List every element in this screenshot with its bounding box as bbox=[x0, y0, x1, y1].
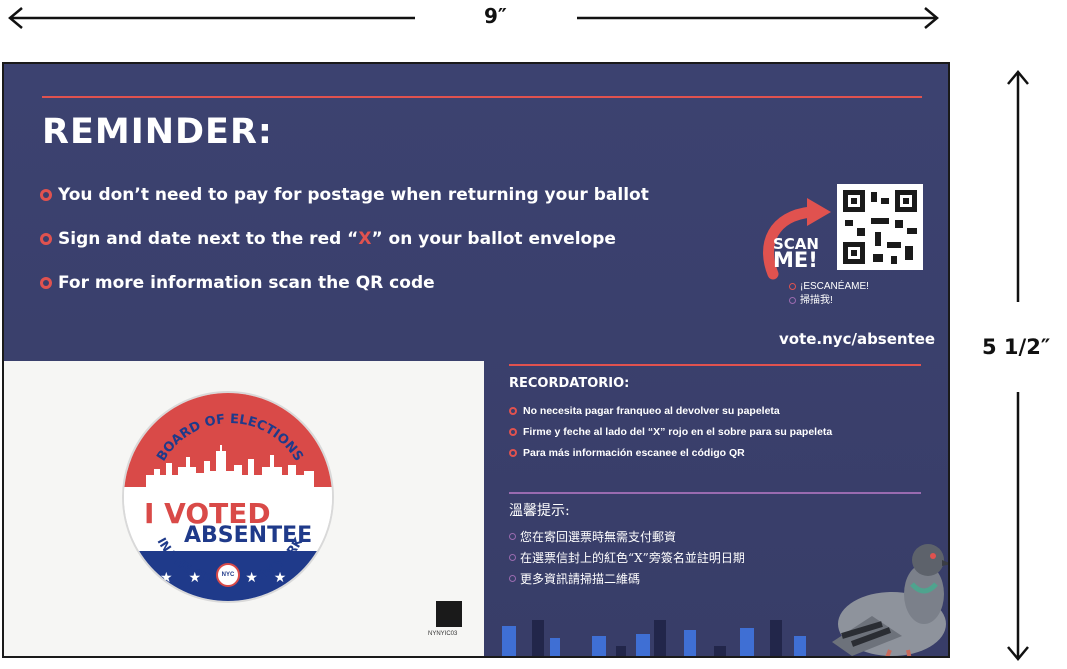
english-bullet-list: You don’t need to pay for postage when r… bbox=[40, 184, 649, 316]
bullet-more-info: For more information scan the QR code bbox=[40, 272, 649, 293]
spanish-list: No necesita pagar franqueo al devolver s… bbox=[509, 404, 832, 467]
ring-dot-icon bbox=[789, 282, 796, 290]
height-label: 5 1/2″ bbox=[982, 335, 1051, 359]
bullet-dot-icon bbox=[509, 427, 517, 436]
ring-dot-icon bbox=[509, 532, 516, 540]
top-red-rule bbox=[42, 96, 922, 98]
decor-bar bbox=[714, 646, 726, 656]
scan-es-text: ¡ESCANÉAME! bbox=[800, 281, 869, 292]
scan-me-block: SCAN ME! ¡ESCANÉAME! 掃描我! bbox=[759, 184, 929, 344]
chinese-item-text: 您在寄回選票時無需支付郵資 bbox=[520, 529, 677, 544]
scan-es-line: ¡ESCANÉAME! bbox=[789, 280, 869, 294]
spanish-item: Para más información escanee el código Q… bbox=[509, 446, 832, 459]
chinese-list: 您在寄回選票時無需支付郵資 在選票信封上的紅色“X”旁簽名並註明日期 更多資訊請… bbox=[509, 528, 745, 591]
decor-bar bbox=[654, 620, 666, 656]
spanish-item: No necesita pagar franqueo al devolver s… bbox=[509, 404, 832, 417]
spanish-red-rule bbox=[509, 364, 921, 366]
decor-bar bbox=[636, 634, 650, 656]
nyc-badge-icon: NYC bbox=[216, 563, 240, 587]
bullet-dot-icon bbox=[40, 232, 52, 245]
bullet-postage: You don’t need to pay for postage when r… bbox=[40, 184, 649, 205]
chinese-item-text: 更多資訊請掃描二維碼 bbox=[520, 571, 641, 586]
sticker-panel: BOARD OF ELECTIONS IN THE CITY OF NEW YO… bbox=[4, 361, 484, 656]
scan-me-label: SCAN ME! bbox=[773, 236, 819, 272]
bullet-text-after: ” on your ballot envelope bbox=[371, 228, 616, 249]
decor-bar bbox=[550, 638, 560, 656]
red-x-highlight: X bbox=[358, 228, 372, 249]
chinese-title: 溫馨提示: bbox=[509, 503, 570, 519]
bullet-dot-icon bbox=[509, 448, 517, 457]
ring-dot-icon bbox=[509, 553, 516, 561]
chinese-item: 在選票信封上的紅色“X”旁簽名並註明日期 bbox=[509, 549, 745, 565]
sticker-absentee: ABSENTEE bbox=[184, 523, 313, 548]
vote-url-link[interactable]: vote.nyc/absentee bbox=[779, 330, 935, 348]
mini-qr-code bbox=[436, 601, 462, 627]
reminder-card: REMINDER: You don’t need to pay for post… bbox=[2, 62, 950, 658]
bullet-dot-icon bbox=[40, 188, 52, 201]
decor-bar bbox=[532, 620, 544, 656]
reminder-title: REMINDER: bbox=[42, 112, 273, 152]
height-dimension-arrow bbox=[1007, 70, 1029, 661]
scan-translations: ¡ESCANÉAME! 掃描我! bbox=[789, 280, 869, 308]
spanish-item-text: Firme y feche al lado del “X” rojo en el… bbox=[523, 425, 833, 438]
ring-dot-icon bbox=[789, 296, 796, 304]
spanish-item-text: No necesita pagar franqueo al devolver s… bbox=[523, 404, 780, 417]
decor-bar bbox=[684, 630, 696, 656]
chinese-purple-rule bbox=[509, 492, 921, 494]
bullet-dot-icon bbox=[40, 276, 52, 289]
bullet-text: Sign and date next to the red “ bbox=[58, 228, 359, 249]
ring-dot-icon bbox=[509, 574, 516, 582]
bullet-text: You don’t need to pay for postage when r… bbox=[58, 184, 649, 205]
pigeon-icon bbox=[832, 544, 948, 656]
decor-bar bbox=[770, 620, 782, 656]
bullet-dot-icon bbox=[509, 406, 517, 415]
bullet-sign-date: Sign and date next to the red “X” on you… bbox=[40, 228, 649, 249]
me-text: ME! bbox=[773, 248, 818, 272]
decor-bar bbox=[740, 628, 754, 656]
decor-bar bbox=[794, 636, 806, 656]
scan-zh-text: 掃描我! bbox=[800, 295, 833, 306]
chinese-item: 您在寄回選票時無需支付郵資 bbox=[509, 528, 745, 544]
width-label: 9″ bbox=[484, 4, 507, 28]
i-voted-sticker: BOARD OF ELECTIONS IN THE CITY OF NEW YO… bbox=[122, 391, 334, 603]
scan-zh-line: 掃描我! bbox=[789, 294, 869, 308]
decor-bar bbox=[592, 636, 606, 656]
spanish-item-text: Para más información escanee el código Q… bbox=[523, 446, 745, 459]
qr-code[interactable] bbox=[837, 184, 923, 270]
bullet-text: For more information scan the QR code bbox=[58, 272, 435, 293]
chinese-item-text: 在選票信封上的紅色“X”旁簽名並註明日期 bbox=[520, 550, 745, 565]
spanish-title: RECORDATORIO: bbox=[509, 376, 630, 391]
width-dimension-arrow bbox=[8, 7, 939, 29]
chinese-item: 更多資訊請掃描二維碼 bbox=[509, 570, 745, 586]
spanish-item: Firme y feche al lado del “X” rojo en el… bbox=[509, 425, 832, 438]
decor-bar bbox=[502, 626, 516, 656]
decor-bar bbox=[616, 646, 626, 656]
stars-icon: ★ ★ ★ ★ ★ ★ bbox=[160, 569, 321, 585]
sticker-top-arc: BOARD OF ELECTIONS bbox=[154, 412, 306, 464]
mini-qr-label: NYNYIC03 bbox=[428, 631, 458, 637]
svg-text:BOARD OF ELECTIONS: BOARD OF ELECTIONS bbox=[154, 412, 306, 464]
